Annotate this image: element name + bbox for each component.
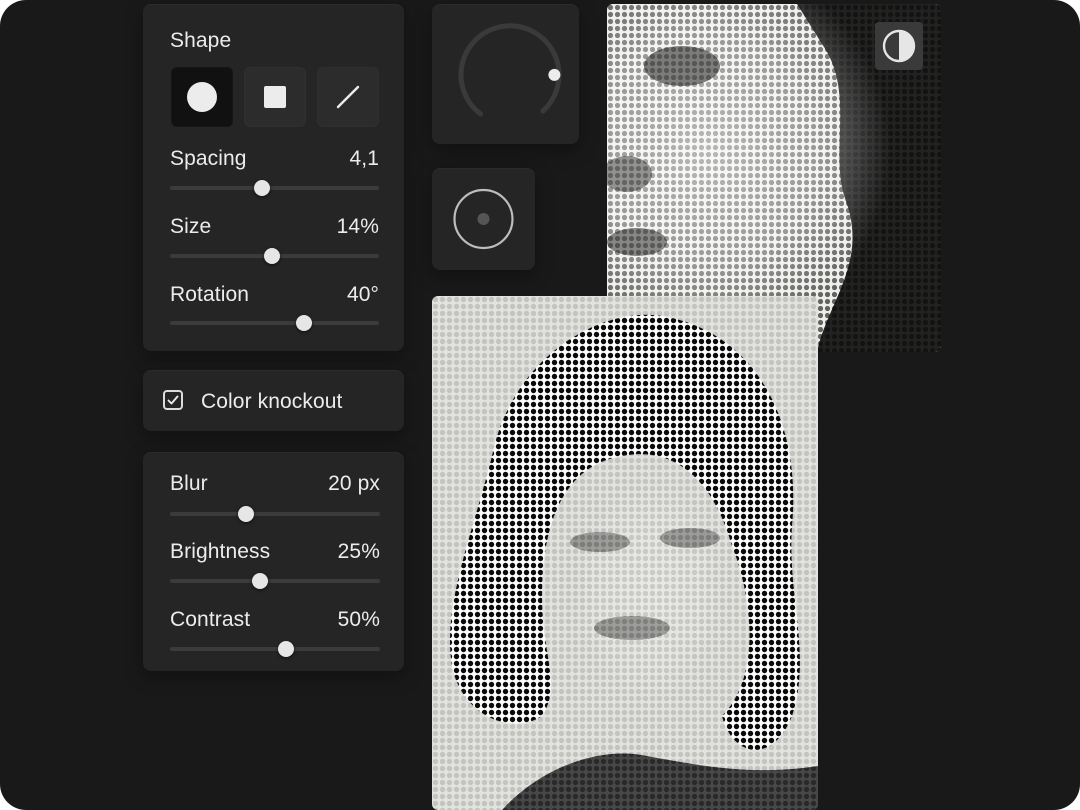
radial-target-icon[interactable] bbox=[432, 168, 535, 270]
blur-label: Blur bbox=[170, 472, 208, 495]
shape-line-button[interactable] bbox=[317, 67, 379, 127]
contrast-toggle-icon bbox=[882, 29, 916, 63]
size-label: Size bbox=[170, 215, 212, 238]
color-knockout-label[interactable]: Color knockout bbox=[201, 390, 342, 414]
brightness-value: 25% bbox=[337, 540, 380, 563]
shape-panel-title: Shape bbox=[170, 29, 232, 52]
shape-circle-button[interactable] bbox=[171, 67, 233, 127]
spacing-value: 4,1 bbox=[349, 147, 379, 170]
rotation-label: Rotation bbox=[170, 283, 250, 306]
blur-value: 20 px bbox=[328, 472, 380, 495]
contrast-slider[interactable] bbox=[170, 641, 380, 657]
dial-knob[interactable] bbox=[548, 68, 561, 81]
spacing-slider-thumb[interactable] bbox=[253, 180, 270, 196]
spacing-label: Spacing bbox=[170, 147, 247, 170]
halftone-portrait-preview bbox=[432, 296, 818, 810]
square-dot-icon bbox=[264, 86, 286, 108]
contrast-label: Contrast bbox=[170, 608, 251, 631]
rotation-slider-thumb[interactable] bbox=[295, 315, 312, 331]
rotation-value: 40° bbox=[346, 283, 379, 306]
dial-track bbox=[458, 23, 562, 117]
blur-slider[interactable] bbox=[170, 506, 380, 522]
rotation-slider[interactable] bbox=[170, 315, 379, 331]
line-dot-icon bbox=[336, 85, 360, 109]
contrast-slider-thumb[interactable] bbox=[277, 641, 294, 657]
brightness-label: Brightness bbox=[170, 540, 271, 563]
spacing-slider[interactable] bbox=[170, 180, 379, 196]
contrast-value: 50% bbox=[337, 608, 380, 631]
size-value: 14% bbox=[336, 215, 379, 238]
color-knockout-checkbox[interactable] bbox=[163, 390, 183, 410]
circle-dot-icon bbox=[187, 82, 217, 112]
size-slider[interactable] bbox=[170, 248, 379, 264]
shape-square-button[interactable] bbox=[244, 67, 306, 127]
app-canvas: Shape Spacing 4,1 Size 14% Rotation 40° … bbox=[0, 0, 1080, 810]
brightness-slider[interactable] bbox=[170, 573, 380, 589]
checkmark-icon bbox=[167, 395, 179, 405]
blur-slider-thumb[interactable] bbox=[237, 506, 254, 522]
contrast-toggle-button[interactable] bbox=[875, 22, 923, 70]
rotation-dial[interactable] bbox=[432, 4, 579, 144]
